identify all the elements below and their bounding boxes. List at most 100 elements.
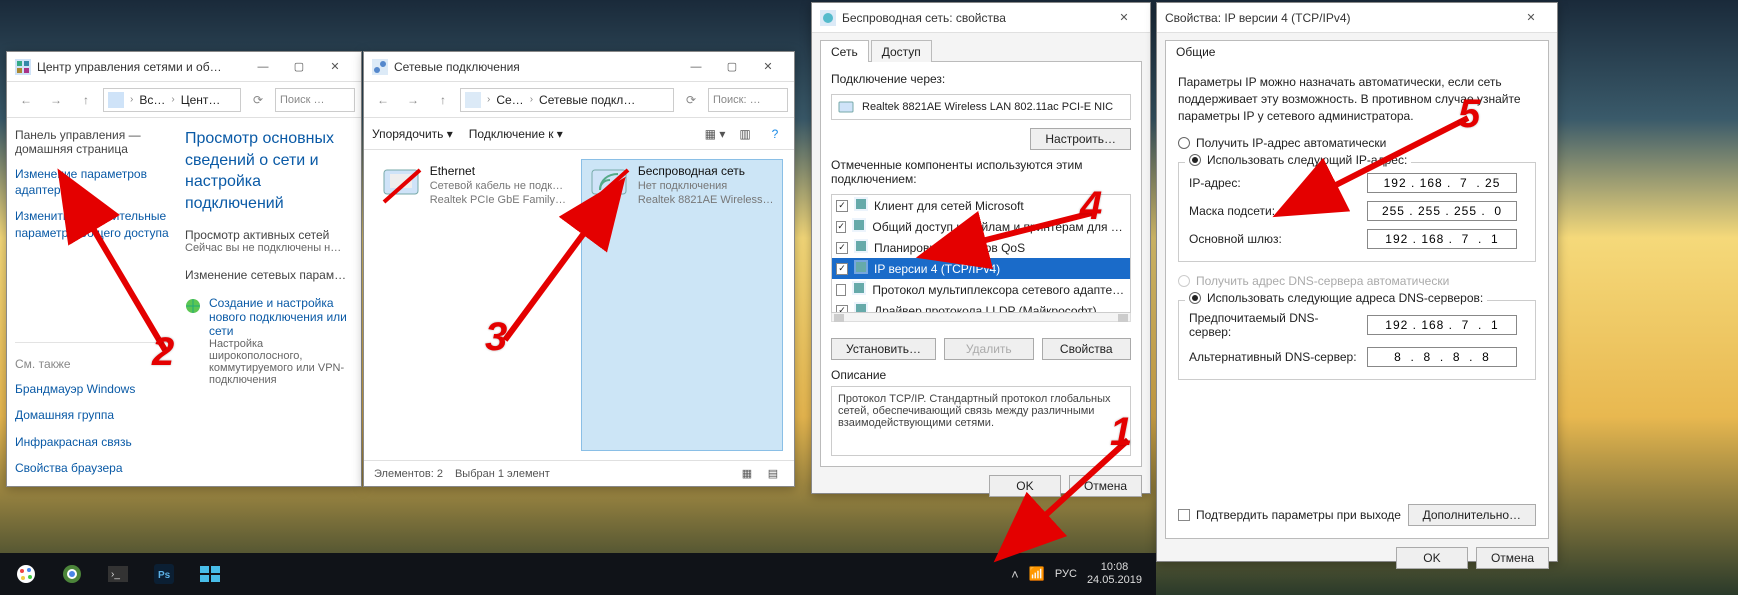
view-details-button[interactable]: ▦ (736, 463, 758, 485)
preview-pane-button[interactable]: ▥ (734, 123, 756, 145)
dns2-input[interactable] (1367, 347, 1517, 367)
close-button[interactable]: ✕ (750, 54, 786, 80)
radio-use-ip[interactable]: Использовать следующий IP-адрес: (1185, 153, 1411, 167)
component-item[interactable]: IP версии 4 (TCP/IPv4) (832, 258, 1130, 279)
gateway-input[interactable] (1367, 229, 1517, 249)
network-icon (820, 10, 836, 26)
taskbar-photoshop[interactable]: Ps (142, 556, 186, 592)
taskbar: ›_ Ps ˄ 📶 РУС 10:08 24.05.2019 (0, 553, 1156, 595)
crumb-segment[interactable]: Вс… (139, 93, 165, 107)
close-button[interactable]: ✕ (1106, 5, 1142, 31)
component-label: Общий доступ к файлам и принтерам для се… (872, 220, 1126, 234)
component-item[interactable]: Планировщик пакетов QoS (832, 237, 1130, 258)
sidebar-homegroup[interactable]: Домашняя группа (15, 407, 169, 423)
toolbar: Упорядочить ▾ Подключение к ▾ ▦ ▾ ▥ ? (364, 118, 794, 150)
view-tiles-button[interactable]: ▤ (762, 463, 784, 485)
tab-sharing[interactable]: Доступ (871, 40, 932, 62)
component-label: IP версии 4 (TCP/IPv4) (874, 262, 1000, 276)
connection-ethernet[interactable]: Ethernet Сетевой кабель не подк… Realtek… (374, 160, 574, 450)
up-button[interactable]: ↑ (430, 87, 456, 113)
breadcrumb[interactable]: › Се… › Сетевые подкл… (460, 88, 674, 112)
refresh-button[interactable]: ⟳ (678, 87, 704, 113)
checkbox-icon (1178, 509, 1190, 521)
cancel-button[interactable]: Отмена (1069, 475, 1142, 497)
sidebar-irda[interactable]: Инфракрасная связь (15, 434, 169, 450)
view-options-button[interactable]: ▦ ▾ (704, 123, 726, 145)
tab-network[interactable]: Сеть (820, 40, 869, 62)
mask-input[interactable] (1367, 201, 1517, 221)
help-button[interactable]: ? (764, 123, 786, 145)
back-button[interactable]: ← (370, 87, 396, 113)
tray-language[interactable]: РУС (1055, 568, 1077, 580)
refresh-button[interactable]: ⟳ (245, 87, 271, 113)
connection-adapter: Realtek 8821AE Wireless … (638, 194, 776, 206)
cancel-button[interactable]: Отмена (1476, 547, 1549, 569)
tray-clock[interactable]: 10:08 24.05.2019 (1087, 561, 1142, 587)
remove-button[interactable]: Удалить (944, 338, 1034, 360)
checkbox-icon[interactable] (836, 284, 846, 296)
tray-network-icon[interactable]: 📶 (1029, 566, 1045, 582)
dns1-input[interactable] (1367, 315, 1517, 335)
breadcrumb[interactable]: › Вс… › Цент… (103, 88, 241, 112)
minimize-button[interactable]: — (678, 54, 714, 80)
protocol-icon (854, 239, 868, 256)
properties-button[interactable]: Свойства (1042, 338, 1132, 360)
maximize-button[interactable]: ▢ (714, 54, 750, 80)
taskbar-explorer[interactable] (188, 556, 232, 592)
tray-up-icon[interactable]: ˄ (1011, 567, 1019, 582)
sidebar-adapter-settings[interactable]: Изменение параметров адаптера (15, 166, 169, 198)
checkbox-icon[interactable] (836, 263, 848, 275)
tool-organize[interactable]: Упорядочить ▾ (372, 127, 453, 141)
components-list[interactable]: Клиент для сетей Microsoft Общий доступ к… (831, 194, 1131, 313)
advanced-button[interactable]: Дополнительно… (1408, 504, 1536, 526)
component-item[interactable]: Драйвер протокола LLDP (Майкрософт) (832, 300, 1130, 313)
titlebar[interactable]: Сетевые подключения — ▢ ✕ (364, 52, 794, 82)
sidebar-home[interactable]: Панель управления — домашняя страница (15, 128, 169, 156)
checkbox-icon[interactable] (836, 200, 848, 212)
titlebar[interactable]: Свойства: IP версии 4 (TCP/IPv4) ✕ (1157, 3, 1557, 33)
configure-button[interactable]: Настроить… (1030, 128, 1131, 150)
crumb-segment[interactable]: Сетевые подкл… (539, 93, 635, 107)
ok-button[interactable]: OK (989, 475, 1061, 497)
control-panel-icon (108, 92, 124, 108)
tab-general[interactable]: Общие (1165, 40, 1549, 62)
titlebar[interactable]: Центр управления сетями и об… — ▢ ✕ (7, 52, 361, 82)
close-button[interactable]: ✕ (1513, 5, 1549, 31)
validate-checkbox[interactable]: Подтвердить параметры при выходе (1178, 508, 1401, 522)
crumb-segment[interactable]: Се… (496, 93, 523, 107)
component-item[interactable]: Протокол мультиплексора сетевого адаптер… (832, 279, 1130, 300)
minimize-button[interactable]: — (245, 54, 281, 80)
component-item[interactable]: Клиент для сетей Microsoft (832, 195, 1130, 216)
tool-connect-to[interactable]: Подключение к ▾ (469, 127, 563, 141)
install-button[interactable]: Установить… (831, 338, 936, 360)
checkbox-icon[interactable] (836, 305, 848, 314)
close-button[interactable]: ✕ (317, 54, 353, 80)
ok-button[interactable]: OK (1396, 547, 1468, 569)
window-title: Центр управления сетями и об… (37, 60, 222, 74)
connection-wifi[interactable]: Беспроводная сеть Нет подключения Realte… (582, 160, 782, 450)
crumb-segment[interactable]: Цент… (181, 93, 221, 107)
checkbox-icon[interactable] (836, 221, 846, 233)
sidebar-browser-props[interactable]: Свойства браузера (15, 460, 169, 476)
ip-input[interactable] (1367, 173, 1517, 193)
titlebar[interactable]: Беспроводная сеть: свойства ✕ (812, 3, 1150, 33)
sidebar-advanced-sharing[interactable]: Изменить дополнительные параметры общего… (15, 208, 169, 240)
up-button[interactable]: ↑ (73, 87, 99, 113)
checkbox-icon[interactable] (836, 242, 848, 254)
forward-button[interactable]: → (43, 87, 69, 113)
component-item[interactable]: Общий доступ к файлам и принтерам для се… (832, 216, 1130, 237)
radio-use-dns[interactable]: Использовать следующие адреса DNS-сервер… (1185, 291, 1487, 305)
svg-text:Ps: Ps (158, 570, 171, 581)
new-connection-link[interactable]: Создание и настройка нового подключения … (209, 296, 353, 338)
taskbar-chrome[interactable] (50, 556, 94, 592)
sidebar-firewall[interactable]: Брандмауэр Windows (15, 381, 169, 397)
search-input[interactable]: Поиск … (275, 88, 355, 112)
radio-auto-ip[interactable]: Получить IP-адрес автоматически (1178, 134, 1536, 152)
forward-button[interactable]: → (400, 87, 426, 113)
taskbar-terminal[interactable]: ›_ (96, 556, 140, 592)
taskbar-paint[interactable] (4, 556, 48, 592)
maximize-button[interactable]: ▢ (281, 54, 317, 80)
change-settings-label: Изменение сетевых парам… (185, 268, 353, 282)
back-button[interactable]: ← (13, 87, 39, 113)
search-input[interactable]: Поиск: … (708, 88, 788, 112)
